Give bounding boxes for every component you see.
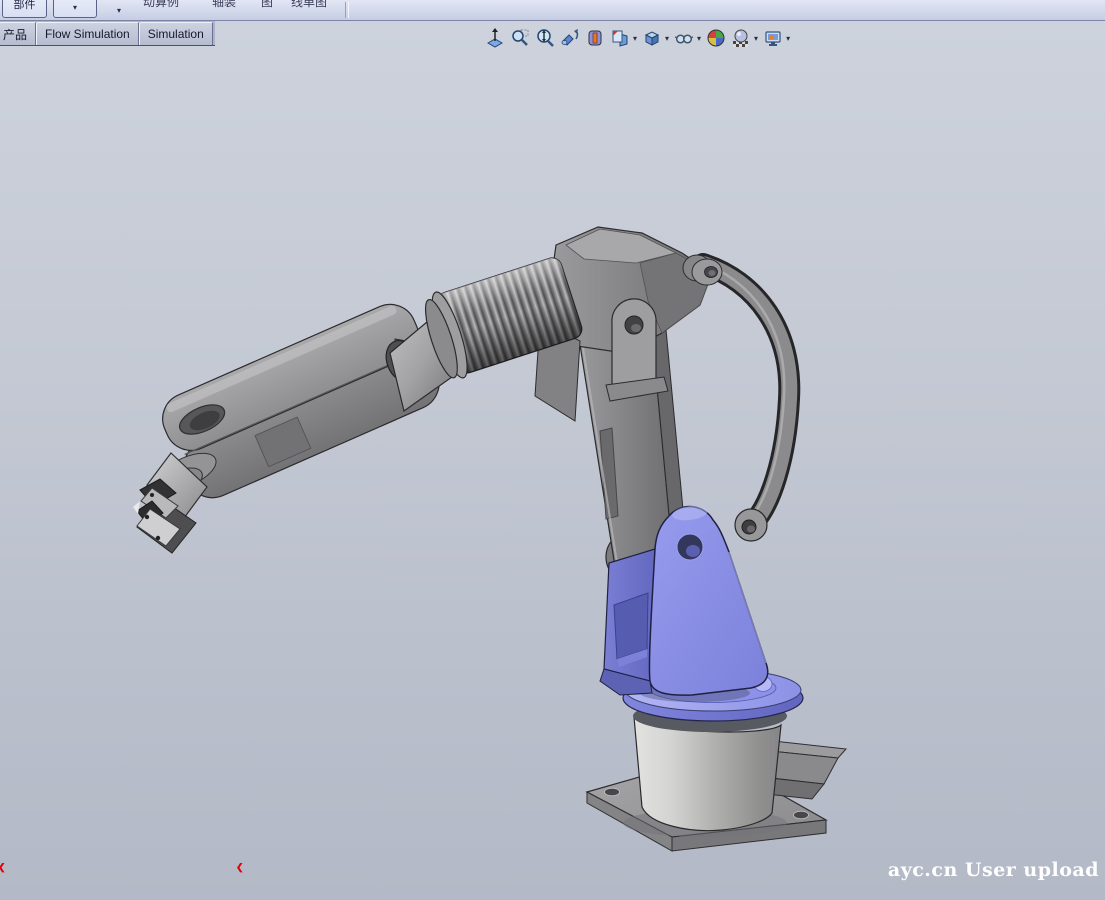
zoom-in-out-icon[interactable] bbox=[534, 27, 556, 49]
tab-flow-simulation[interactable]: Flow Simulation bbox=[36, 22, 139, 45]
gripper-screw bbox=[150, 493, 154, 497]
section-view-icon[interactable] bbox=[584, 27, 606, 49]
red-artifact-mark: ❮ bbox=[0, 863, 6, 872]
insert-component-button[interactable]: 插入零 部件 bbox=[2, 0, 47, 18]
view-settings-icon[interactable] bbox=[762, 27, 784, 49]
insert-component-label-line2: 部件 bbox=[3, 0, 46, 12]
zoom-to-area-icon[interactable] bbox=[509, 27, 531, 49]
chevron-down-icon: ▾ bbox=[100, 6, 138, 15]
toolbar-separator bbox=[345, 2, 349, 18]
chevron-down-icon[interactable]: ▾ bbox=[786, 34, 790, 43]
toolbar-button-view[interactable]: 图 bbox=[261, 0, 273, 10]
robot-arm-model[interactable] bbox=[0, 21, 1105, 900]
toolbar-button-line-sketch[interactable]: 线单图 bbox=[291, 0, 327, 10]
chevron-down-icon[interactable]: ▾ bbox=[697, 34, 701, 43]
bracket-pocket bbox=[614, 593, 648, 659]
chevron-down-icon[interactable]: ▾ bbox=[754, 34, 758, 43]
graphics-viewport[interactable]: ayc.cn User upload ❮ ❮ bbox=[0, 20, 1105, 900]
bolt-hole bbox=[605, 788, 620, 796]
commandmanager-tab-row: 产品 Flow Simulation Simulation bbox=[0, 21, 215, 46]
heads-up-view-toolbar: ▾ ▾ ▾ bbox=[484, 25, 791, 51]
chevron-down-icon[interactable]: ▾ bbox=[665, 34, 669, 43]
tab-products-label: 产品 bbox=[3, 26, 27, 43]
chevron-down-icon[interactable]: ▾ bbox=[633, 34, 637, 43]
toolbar-top-clipped: 插入零 部件 ▾ ▾ 动算例 轴装 图 线单图 bbox=[0, 0, 1105, 21]
toolbar-dropdown-button-2[interactable]: ▾ bbox=[100, 0, 138, 18]
view-orientation-icon[interactable] bbox=[609, 27, 631, 49]
bolt-hole bbox=[794, 811, 809, 819]
zoom-to-fit-icon[interactable] bbox=[484, 27, 506, 49]
toolbar-dropdown-button-1[interactable]: ▾ bbox=[53, 0, 97, 18]
toolbar-button-axis[interactable]: 轴装 bbox=[212, 0, 236, 10]
display-style-icon[interactable] bbox=[641, 27, 663, 49]
red-artifact-mark: ❮ bbox=[236, 863, 244, 872]
edit-appearance-icon[interactable] bbox=[705, 27, 727, 49]
chevron-down-icon: ▾ bbox=[54, 1, 96, 14]
tab-products[interactable]: 产品 bbox=[0, 22, 36, 45]
apply-scene-icon[interactable] bbox=[730, 27, 752, 49]
solidworks-window: { "ui": { "caret": "▾", "red_mark_glyph"… bbox=[0, 0, 1105, 899]
hide-show-items-icon[interactable] bbox=[673, 27, 695, 49]
tab-flow-simulation-label: Flow Simulation bbox=[45, 27, 130, 41]
tab-simulation[interactable]: Simulation bbox=[139, 22, 213, 45]
tab-simulation-label: Simulation bbox=[148, 27, 204, 41]
toolbar-button-motion-study[interactable]: 动算例 bbox=[143, 0, 179, 10]
previous-view-icon[interactable] bbox=[559, 27, 581, 49]
watermark: ayc.cn User upload bbox=[888, 859, 1099, 881]
gripper-screw bbox=[156, 536, 160, 540]
gripper-screw bbox=[145, 515, 149, 519]
